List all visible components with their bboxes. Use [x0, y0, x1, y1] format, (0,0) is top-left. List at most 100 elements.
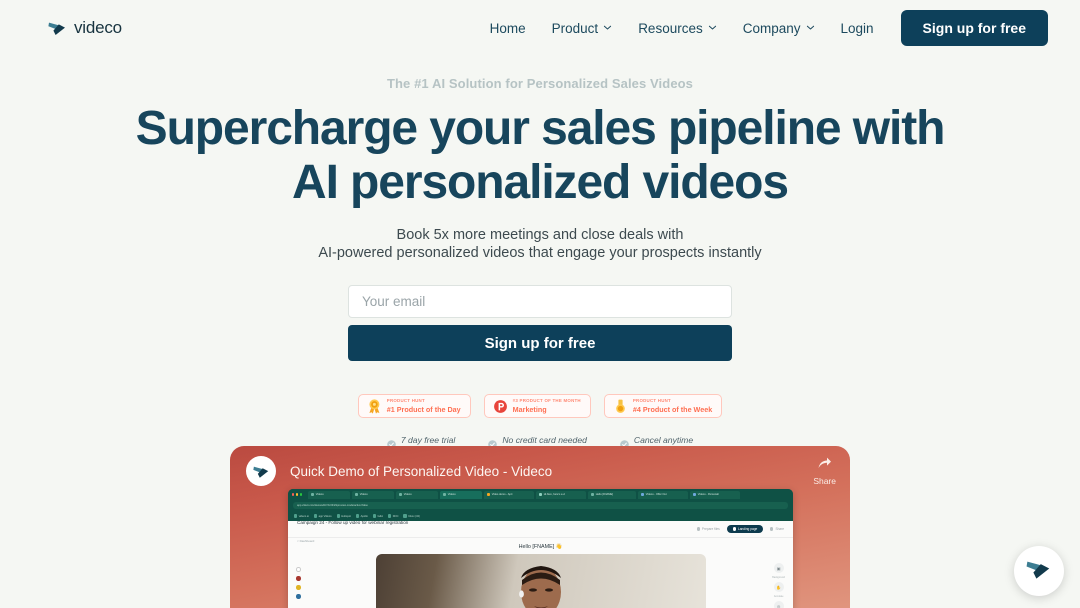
prepare-files-button[interactable]: Prepare files — [696, 527, 720, 531]
check-circle-icon — [620, 436, 629, 449]
tab-label: Videco — [359, 493, 368, 496]
tool-button-1[interactable]: ▣ — [773, 563, 784, 573]
browser-tab[interactable]: Videco - Personali — [689, 490, 740, 499]
subline-line-2: AI-powered personalized videos that enga… — [318, 245, 762, 262]
trust-indicators: 7 day free trial No credit card needed C… — [0, 435, 1080, 449]
page-title: Supercharge your sales pipeline with AI … — [0, 104, 1080, 209]
button-label: Share — [775, 527, 784, 531]
browser-tab[interactable]: Videco — [351, 490, 394, 499]
badge-product-of-the-day[interactable]: PRODUCT HUNT #1 Product of the Day — [357, 394, 471, 418]
campaign-header: Campaign 24 - Follow up video for webina… — [288, 520, 793, 543]
tab-label: Hello [FNAME] — [595, 493, 613, 496]
button-label: Landing page — [737, 527, 758, 531]
demo-video-player[interactable]: Quick Demo of Personalized Video - Videc… — [230, 446, 850, 608]
trust-label: Cancel anytime — [633, 435, 694, 445]
campaign-title: Campaign 24 - Follow up video for webina… — [297, 520, 409, 525]
tab-label: Hi Alex, here's a vi — [543, 493, 566, 496]
floating-chat-widget[interactable] — [1014, 546, 1064, 596]
headline-line-2: AI personalized videos — [292, 155, 789, 209]
nav-label: Login — [840, 20, 874, 36]
breadcrumb: < Dashboard — [297, 539, 315, 543]
gold-medal-icon — [614, 399, 627, 414]
header-signup-button[interactable]: Sign up for free — [900, 10, 1048, 46]
video-title: Quick Demo of Personalized Video - Videc… — [290, 463, 553, 479]
browser-tab-strip: Videco Videco Videco Videco Video demo -… — [288, 489, 793, 500]
videco-chevron-logo-icon — [246, 456, 276, 486]
tool-label-2: Annotate — [773, 595, 784, 598]
badge-eyebrow: #3 PRODUCT OF THE MONTH — [512, 398, 581, 404]
trust-item-cancel-anytime: Cancel anytime — [620, 435, 694, 449]
landing-page: videco Home Product Resources Company Lo… — [0, 0, 1080, 608]
hero-section: The #1 AI Solution for Personalized Sale… — [0, 56, 1080, 449]
tool-button-3[interactable]: ◎ — [773, 601, 784, 608]
subline-line-1: Book 5x more meetings and close deals wi… — [396, 226, 684, 243]
check-circle-icon — [488, 436, 498, 449]
gold-medal-icon — [368, 398, 381, 414]
inner-browser-screenshot: Videco Videco Videco Videco Video demo -… — [288, 489, 793, 608]
badge-title: Marketing — [512, 404, 547, 414]
badge-eyebrow: PRODUCT HUNT — [386, 398, 425, 404]
trust-item-free-trial: 7 day free trial — [387, 435, 456, 449]
tool-button-2[interactable]: ✋ — [773, 582, 784, 592]
browser-tab[interactable]: Videco - Offer Out — [637, 490, 688, 499]
check-circle-icon — [387, 436, 396, 449]
badge-product-of-the-month[interactable]: #3 PRODUCT OF THE MONTH Marketing — [483, 394, 591, 418]
videco-chevron-logo-icon — [1026, 558, 1052, 585]
share-button[interactable]: Share — [813, 456, 836, 486]
button-label: Prepare files — [701, 527, 720, 531]
browser-tab[interactable]: Videco — [395, 490, 438, 499]
color-swatch-rail — [296, 567, 301, 599]
swatch-red[interactable] — [296, 576, 301, 581]
tab-label: Videco - Personali — [697, 493, 719, 496]
campaign-actions: Prepare files Landing page Share — [696, 525, 784, 533]
nav-item-home[interactable]: Home — [477, 15, 539, 42]
swatch-yellow[interactable] — [296, 585, 301, 590]
brand-logo[interactable]: videco — [48, 18, 122, 38]
brand-name: videco — [74, 18, 122, 37]
tab-label: Videco — [447, 493, 456, 496]
nav-item-company[interactable]: Company — [730, 15, 828, 42]
browser-tab[interactable]: Hello [FNAME] — [587, 490, 636, 499]
swatch-white[interactable] — [296, 567, 301, 572]
chevron-down-icon — [603, 23, 612, 32]
trust-label: No credit card needed — [502, 435, 587, 445]
nav-item-resources[interactable]: Resources — [625, 15, 730, 42]
product-hunt-badges: PRODUCT HUNT #1 Product of the Day #3 PR… — [0, 394, 1080, 418]
signup-form: Sign up for free — [348, 285, 732, 361]
badge-product-of-the-week[interactable]: PRODUCT HUNT #4 Product of the Week — [603, 394, 723, 418]
share-arrow-icon — [817, 456, 832, 475]
browser-tab[interactable]: Video demo - Apri — [483, 490, 534, 499]
videco-app-content: Campaign 24 - Follow up video for webina… — [288, 520, 793, 608]
browser-tab[interactable]: Videco — [307, 490, 350, 499]
tab-label: Videco — [403, 493, 412, 496]
url-input[interactable]: app.videco.io/videos/edit/7dc333/&previe… — [293, 502, 788, 509]
browser-tab-active[interactable]: Videco — [439, 490, 482, 499]
share-button-inner[interactable]: Share — [770, 527, 784, 531]
share-label: Share — [813, 476, 836, 486]
nav-item-login[interactable]: Login — [828, 15, 887, 42]
site-header: videco Home Product Resources Company Lo… — [0, 0, 1080, 56]
swatch-blue[interactable] — [296, 594, 301, 599]
campaign-title-block: Campaign 24 - Follow up video for webina… — [297, 511, 408, 547]
presenter-face — [518, 566, 561, 608]
badge-text: PRODUCT HUNT #4 Product of the Week — [632, 398, 713, 414]
nav-label: Home — [489, 20, 526, 36]
product-hunt-p-icon — [493, 399, 507, 414]
signup-submit-button[interactable]: Sign up for free — [348, 325, 732, 361]
browser-tab[interactable]: Hi Alex, here's a vi — [535, 490, 586, 499]
bookmark-label: Inbox (34) — [408, 514, 420, 518]
badge-text: #3 PRODUCT OF THE MONTH Marketing — [512, 398, 581, 414]
trust-label: 7 day free trial — [400, 435, 456, 445]
video-tools-rail: ▣ Background ✋ Annotate ◎ — [772, 563, 785, 608]
browser-url-bar: app.videco.io/videos/edit/7dc333/&previe… — [288, 500, 793, 511]
trust-item-no-credit-card: No credit card needed — [488, 435, 587, 449]
video-stage[interactable] — [375, 554, 706, 608]
nav-label: Product — [551, 20, 599, 36]
tool-label-1: Background — [772, 576, 785, 579]
badge-title: #4 Product of the Week — [632, 404, 713, 414]
email-input[interactable] — [348, 285, 732, 318]
hero-subline: Book 5x more meetings and close deals wi… — [0, 226, 1080, 263]
landing-page-button[interactable]: Landing page — [726, 525, 764, 533]
nav-item-product[interactable]: Product — [539, 15, 626, 42]
badge-eyebrow: PRODUCT HUNT — [632, 398, 671, 404]
